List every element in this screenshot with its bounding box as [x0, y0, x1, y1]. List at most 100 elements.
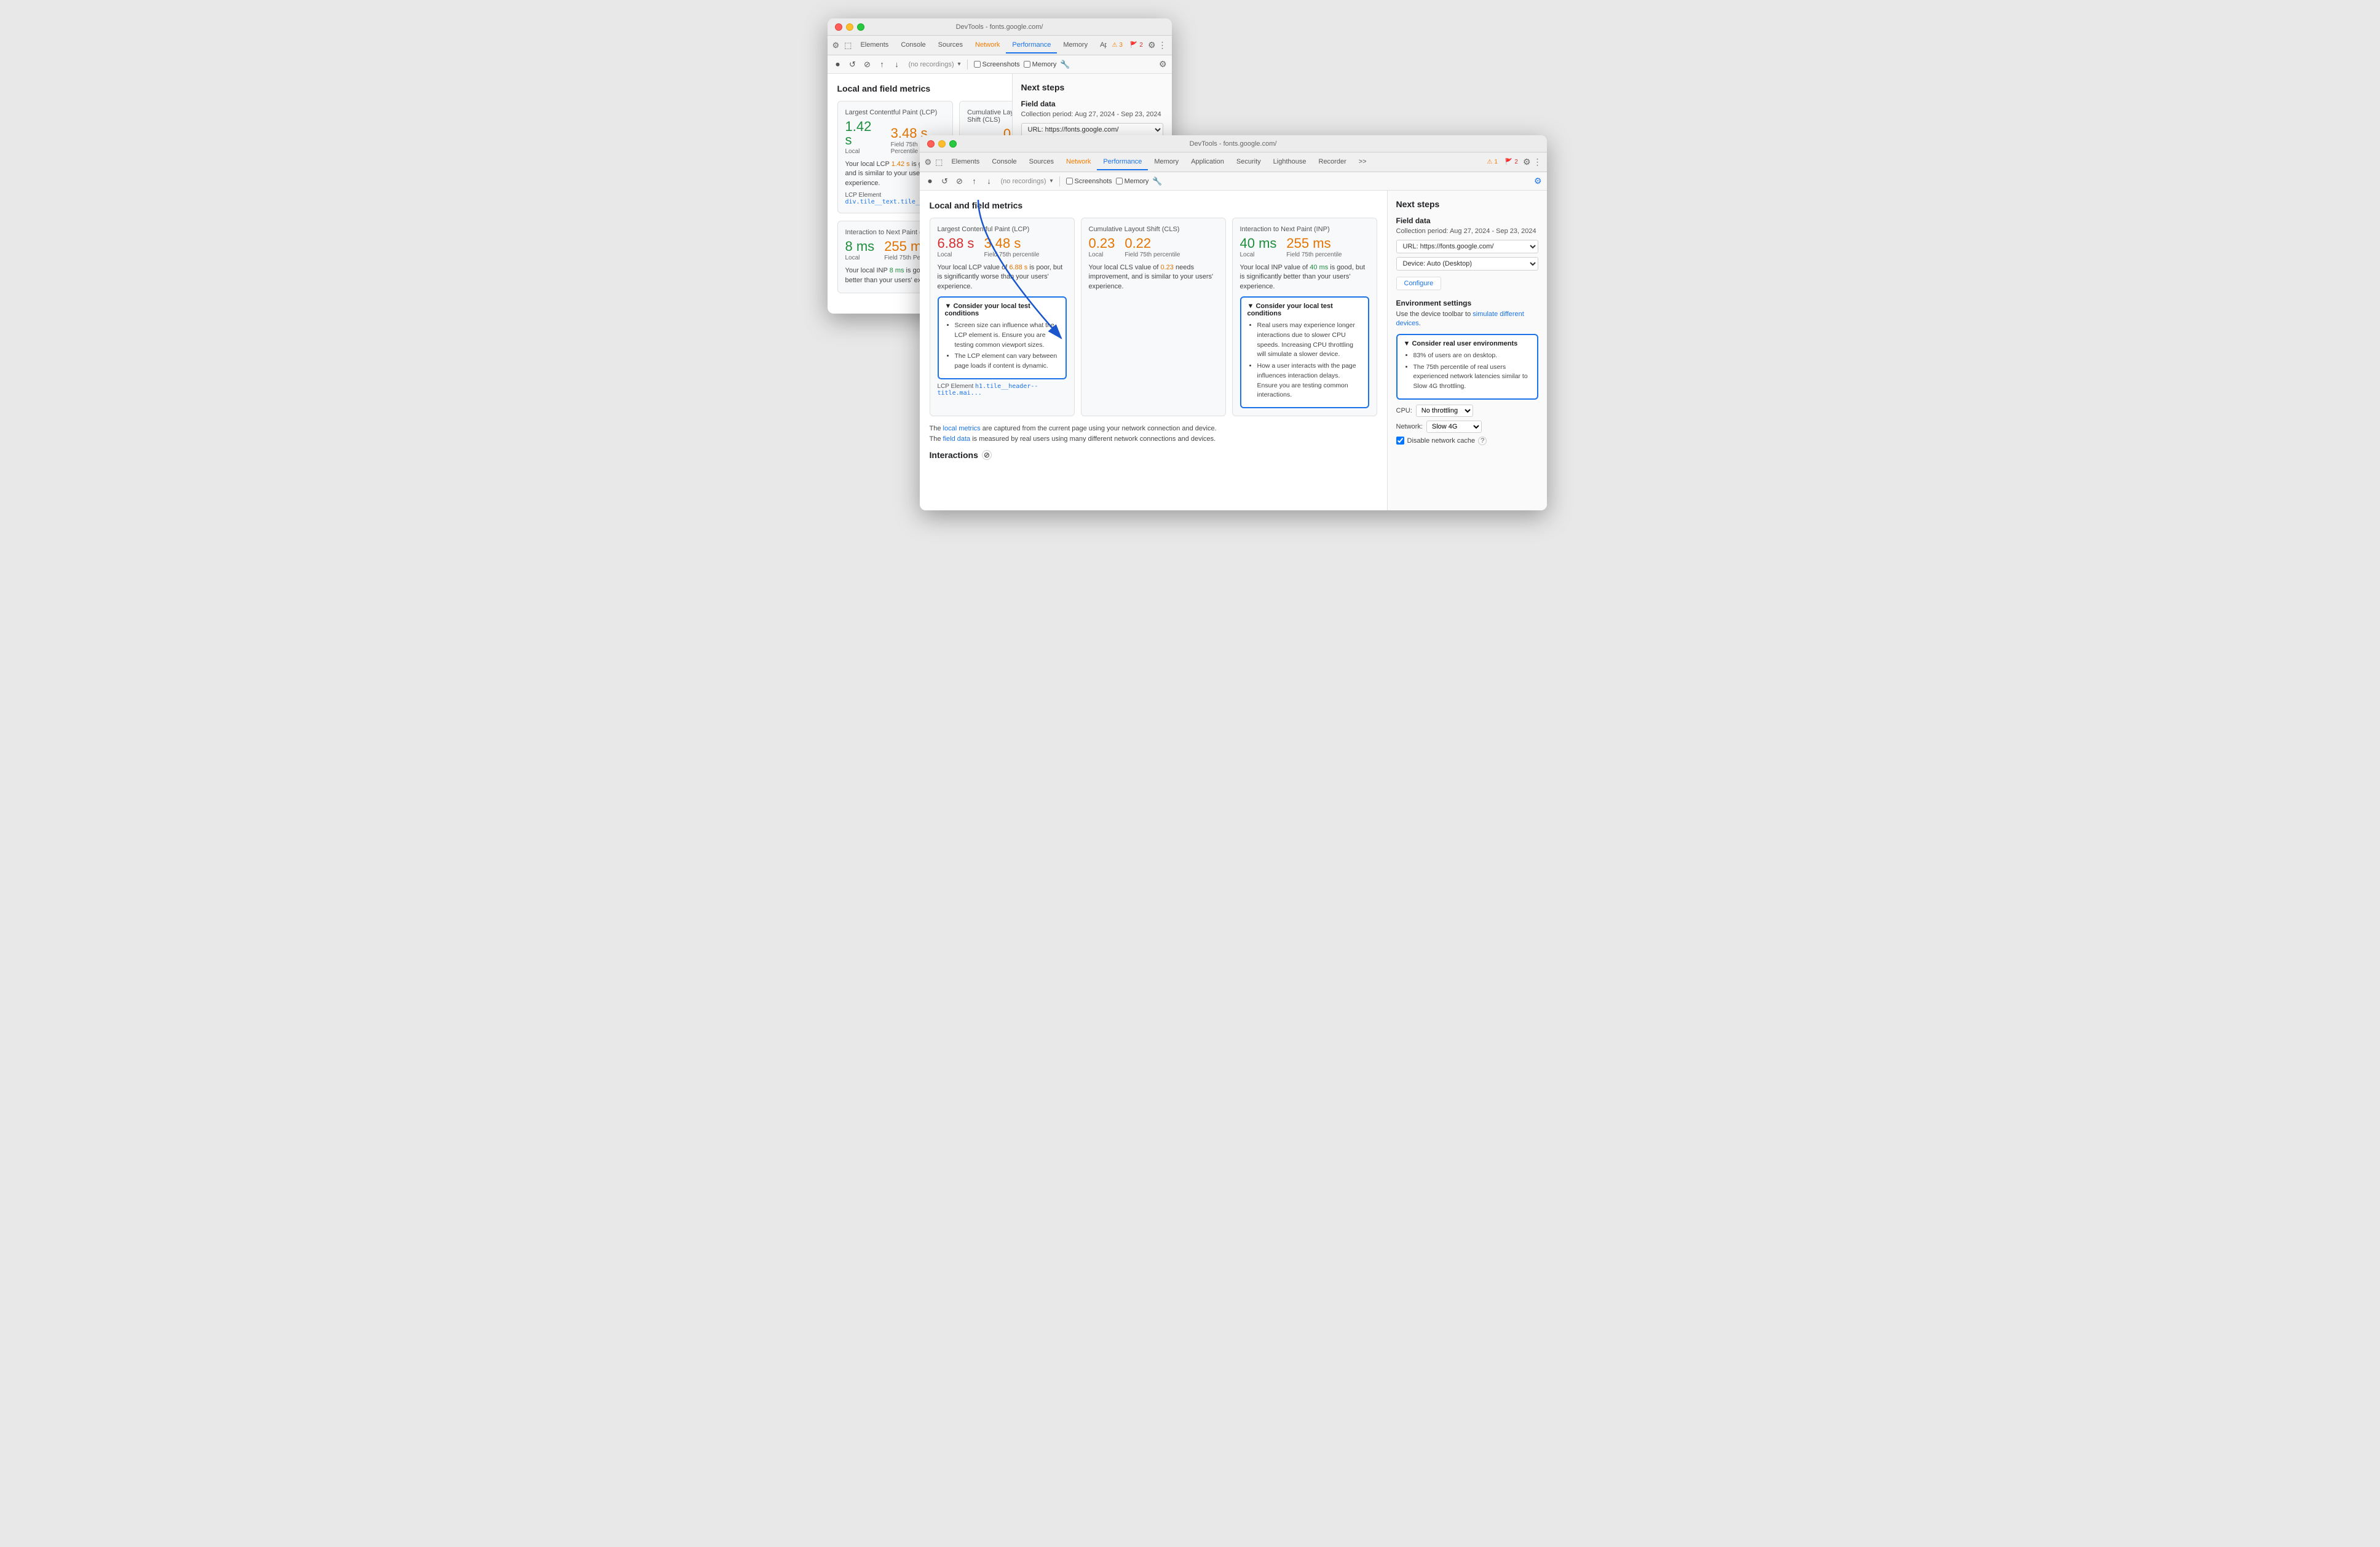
- error-badge-back: 🚩 2: [1128, 41, 1145, 49]
- tab-network-back[interactable]: Network: [969, 38, 1006, 53]
- devtools-icon-front: ⚙: [925, 157, 932, 167]
- recordings-chevron-back[interactable]: ▾: [957, 61, 960, 68]
- simulate-devices-link[interactable]: simulate different devices: [1396, 311, 1524, 327]
- disable-cache-label: Disable network cache: [1407, 437, 1476, 445]
- tab-sources-front[interactable]: Sources: [1023, 154, 1060, 170]
- traffic-lights-back[interactable]: [835, 23, 864, 31]
- clear-btn-back[interactable]: ⊘: [862, 59, 873, 70]
- close-button-front[interactable]: [927, 140, 935, 148]
- inp-consider-list-front: Real users may experience longer interac…: [1247, 321, 1362, 400]
- lcp-desc-front: Your local LCP value of 6.88 s is poor, …: [938, 263, 1067, 291]
- tab-network-front[interactable]: Network: [1060, 154, 1097, 170]
- inp-field-label-front: Field 75th percentile: [1286, 251, 1342, 258]
- lcp-consider-item-1: The LCP element can vary between page lo…: [955, 352, 1059, 371]
- screenshots-check-front[interactable]: Screenshots: [1066, 178, 1112, 185]
- cls-title-back: Cumulative Layout Shift (CLS): [967, 109, 1011, 124]
- network-row: Network: Slow 4G No throttling Fast 3G: [1396, 421, 1538, 433]
- tab-recorder-front[interactable]: Recorder: [1313, 154, 1353, 170]
- tab-sources-back[interactable]: Sources: [932, 38, 969, 53]
- close-button[interactable]: [835, 23, 842, 31]
- clear-btn-front[interactable]: ⊘: [954, 176, 965, 187]
- lcp-local-back: 1.42 s Local: [845, 120, 881, 155]
- upload-btn-front[interactable]: ↑: [969, 176, 980, 187]
- right-panel-front: Next steps Field data Collection period:…: [1387, 191, 1547, 510]
- lcp-consider-front: ▼ Consider your local test conditions Sc…: [938, 296, 1067, 379]
- more-icon-front[interactable]: ⋮: [1533, 157, 1542, 167]
- disable-cache-checkbox[interactable]: [1396, 437, 1404, 445]
- field-data-section-front: Field data Collection period: Aug 27, 20…: [1396, 216, 1538, 290]
- settings-right-front[interactable]: ⚙: [1534, 176, 1542, 186]
- tab-security-front[interactable]: Security: [1230, 154, 1267, 170]
- lcp-local-val-front: 6.88 s: [938, 237, 975, 250]
- field-data-link[interactable]: field data: [943, 435, 971, 443]
- cls-desc-front: Your local CLS value of 0.23 needs impro…: [1089, 263, 1218, 291]
- settings-icon2-front[interactable]: 🔧: [1152, 176, 1162, 186]
- minimize-button[interactable]: [846, 23, 853, 31]
- url-select-back[interactable]: URL: https://fonts.google.com/: [1021, 123, 1163, 136]
- more-icon-back[interactable]: ⋮: [1158, 40, 1167, 50]
- traffic-lights-front[interactable]: [927, 140, 957, 148]
- screenshots-check-back[interactable]: Screenshots: [974, 61, 1020, 68]
- lcp-values-front: 6.88 s Local 3.48 s Field 75th percentil…: [938, 237, 1067, 258]
- record-btn-back[interactable]: ⏺: [832, 59, 844, 70]
- memory-check-back[interactable]: Memory: [1024, 61, 1057, 68]
- cls-field-front: 0.22 Field 75th percentile: [1125, 237, 1180, 258]
- maximize-button[interactable]: [857, 23, 864, 31]
- tab-console-front[interactable]: Console: [986, 154, 1022, 170]
- env-settings-section: Environment settings Use the device tool…: [1396, 299, 1538, 445]
- device-select-front[interactable]: Device: Auto (Desktop): [1396, 257, 1538, 271]
- maximize-button-front[interactable]: [949, 140, 957, 148]
- tab-elements-back[interactable]: Elements: [854, 38, 895, 53]
- reload-btn-front[interactable]: ↺: [939, 176, 951, 187]
- local-metrics-link[interactable]: local metrics: [943, 425, 981, 432]
- url-select-front[interactable]: URL: https://fonts.google.com/: [1396, 240, 1538, 253]
- screenshots-input-front[interactable]: [1066, 178, 1073, 184]
- tab-memory-back[interactable]: Memory: [1057, 38, 1094, 53]
- lcp-local-front: 6.88 s Local: [938, 237, 975, 258]
- tab-performance-front[interactable]: Performance: [1097, 154, 1148, 170]
- memory-input-front[interactable]: [1116, 178, 1123, 184]
- screenshots-input-back[interactable]: [974, 61, 981, 68]
- recordings-chevron-front[interactable]: ▾: [1050, 178, 1053, 184]
- inp-title-front: Interaction to Next Paint (INP): [1240, 226, 1369, 233]
- inp-consider-item-1: How a user interacts with the page influ…: [1257, 362, 1362, 400]
- settings-icon2-back[interactable]: 🔧: [1060, 60, 1070, 69]
- inp-values-front: 40 ms Local 255 ms Field 75th percentile: [1240, 237, 1369, 258]
- field-data-title-front: Field data: [1396, 216, 1538, 225]
- tab-console-back[interactable]: Console: [895, 38, 931, 53]
- warning-badge-front: ⚠ 1: [1484, 158, 1500, 166]
- consider-real-item-0: 83% of users are on desktop.: [1413, 351, 1531, 361]
- inspect-icon-front[interactable]: ⬚: [935, 157, 943, 167]
- tab-memory-front[interactable]: Memory: [1148, 154, 1185, 170]
- settings-icon-front[interactable]: ⚙: [1523, 157, 1531, 167]
- tab-more-front[interactable]: >>: [1353, 154, 1373, 170]
- toolbar-tabs-front: Elements Console Sources Network Perform…: [945, 154, 1372, 170]
- collection-period-front: Collection period: Aug 27, 2024 - Sep 23…: [1396, 228, 1538, 235]
- settings-right-back[interactable]: ⚙: [1159, 59, 1167, 69]
- tab-performance-back[interactable]: Performance: [1006, 38, 1057, 53]
- configure-btn-front[interactable]: Configure: [1396, 277, 1442, 290]
- network-select[interactable]: Slow 4G No throttling Fast 3G: [1426, 421, 1482, 433]
- env-settings-title: Environment settings: [1396, 299, 1538, 307]
- inspect-icon[interactable]: ⬚: [844, 41, 852, 50]
- upload-btn-back[interactable]: ↑: [877, 59, 888, 70]
- disable-cache-row: Disable network cache ?: [1396, 437, 1538, 445]
- tab-elements-front[interactable]: Elements: [945, 154, 986, 170]
- cls-title-front: Cumulative Layout Shift (CLS): [1089, 226, 1218, 233]
- download-btn-front[interactable]: ↓: [984, 176, 995, 187]
- settings-icon-back[interactable]: ⚙: [1148, 40, 1156, 50]
- disable-cache-help-icon[interactable]: ?: [1478, 437, 1487, 445]
- tab-application-back[interactable]: Application: [1094, 38, 1107, 53]
- devtools-icon: ⚙: [832, 41, 840, 50]
- minimize-button-front[interactable]: [938, 140, 946, 148]
- tab-lighthouse-front[interactable]: Lighthouse: [1267, 154, 1313, 170]
- tab-application-front[interactable]: Application: [1185, 154, 1230, 170]
- consider-real-list: 83% of users are on desktop. The 75th pe…: [1404, 351, 1531, 392]
- cls-field-label-front: Field 75th percentile: [1125, 251, 1180, 258]
- reload-btn-back[interactable]: ↺: [847, 59, 858, 70]
- download-btn-back[interactable]: ↓: [892, 59, 903, 70]
- memory-check-front[interactable]: Memory: [1116, 178, 1149, 185]
- cpu-select[interactable]: No throttling 2x slowdown 4x slowdown: [1416, 405, 1473, 417]
- record-btn-front[interactable]: ⏺: [925, 176, 936, 187]
- memory-input-back[interactable]: [1024, 61, 1030, 68]
